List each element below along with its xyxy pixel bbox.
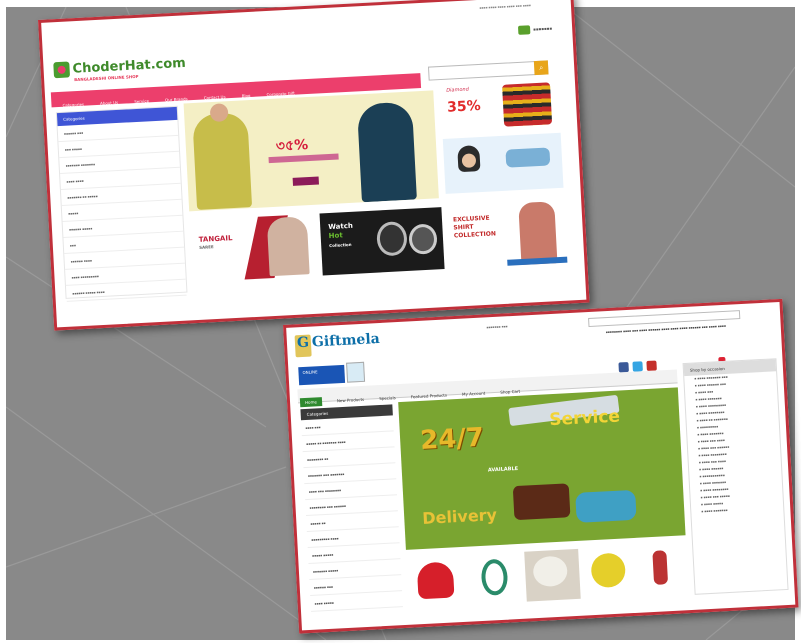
banner-available: AVAILABLE (487, 465, 519, 474)
online-status[interactable]: ONLINE (298, 364, 346, 386)
shirts-image (502, 82, 553, 127)
cart-icon (517, 25, 531, 35)
figure-icon (652, 550, 669, 585)
nav-item-service[interactable]: Service (134, 98, 149, 104)
giftmela-logo[interactable]: G Giftmela (294, 330, 381, 358)
nav-item-shop-cart[interactable]: Shop Cart (500, 389, 520, 395)
promo-percent: 35% (446, 97, 482, 116)
watch-collection-banner[interactable]: Watch Hot Collection (319, 207, 445, 276)
saree-banner[interactable]: ৩৫% (183, 90, 439, 212)
twitter-icon[interactable] (632, 361, 643, 372)
nav-item-my-account[interactable]: My Account (462, 391, 485, 397)
facebook-icon[interactable] (618, 361, 629, 373)
model-image (192, 112, 253, 210)
nav-item-about[interactable]: About Us (100, 100, 118, 106)
banner-service: Service (548, 406, 621, 431)
nav-item-home[interactable]: Home (299, 397, 323, 408)
logo-g-icon: G (294, 334, 312, 358)
top-links: ▪▪▪▪ ▪▪▪▪ ▪▪▪▪ ▪▪▪▪ ▪▪▪ ▪▪▪▪ (479, 3, 532, 10)
avatar (346, 361, 366, 383)
watch-title: Watch Hot Collection (328, 221, 354, 249)
shirt-title: EXCLUSIVE SHIRT COLLECTION (452, 214, 497, 240)
tangail-saree-banner[interactable]: TANGAIL SAREE (189, 213, 318, 283)
watch-icon (480, 558, 509, 596)
product-thumbnails (406, 539, 689, 614)
watch-promo[interactable] (442, 132, 564, 194)
nav-item-contact[interactable]: Contact Us (204, 94, 226, 100)
watch-icon (376, 221, 408, 257)
product-thumb-flowers[interactable] (524, 548, 581, 602)
nav-item-featured[interactable]: Featured Products (411, 393, 447, 400)
shop-by-occasion-panel: Shop by occasion ▪ ▪▪▪▪ ▪▪▪▪▪▪▪ ▪▪▪ ▪ ▪▪… (682, 358, 789, 595)
model-image (356, 101, 417, 203)
choderhat-logo[interactable]: ChoderHat.com BANGLADESHI ONLINE SHOP (53, 55, 186, 83)
nav-item-specials[interactable]: Specials (379, 395, 396, 401)
cake-image (512, 483, 571, 521)
search-icon[interactable]: ⌕ (533, 60, 549, 76)
online-label: ONLINE (302, 369, 318, 376)
person-image (457, 145, 481, 173)
model-image (266, 216, 310, 277)
bouquet-icon (590, 552, 627, 589)
product-thumb-figure[interactable] (640, 543, 683, 596)
top-link[interactable]: ▪▪▪▪▪▪▪ ▪▪▪ (486, 324, 507, 329)
flower-icon (532, 555, 569, 588)
product-thumb-watch[interactable] (466, 551, 523, 605)
banner-delivery: Delivery (421, 505, 498, 528)
tangail-title: TANGAIL SAREE (198, 234, 233, 250)
banner-24-7: 24/7 (419, 422, 485, 456)
banner-shop-button[interactable] (292, 176, 319, 186)
promo-label: Diamond (446, 86, 469, 94)
logo-text: Giftmela (311, 330, 381, 351)
model-image (518, 201, 558, 266)
logo-mark-icon (53, 61, 71, 79)
nav-item-categories[interactable]: Categories (62, 102, 84, 108)
giftmela-screenshot: G Giftmela ▪▪▪▪▪▪▪ ▪▪▪ ▪▪▪▪▪▪▪▪ ▪▪▪▪ ▪▪▪ … (283, 298, 799, 634)
discount-promo[interactable]: Diamond 35% (439, 75, 561, 137)
nav-item-corporate[interactable]: Corporate Gift (266, 91, 295, 97)
nav-item-blog[interactable]: Blog (242, 93, 251, 98)
watch-icon (408, 223, 438, 255)
heart-icon (416, 561, 455, 600)
watch-image (505, 147, 551, 168)
product-thumb-bouquet[interactable] (582, 545, 639, 599)
flowers-image (575, 489, 637, 523)
category-sidebar: Categories ▪▪▪▪▪▪ ▪▪▪ ▪▪▪ ▪▪▪▪▪ ▪▪▪▪▪▪▪ … (55, 105, 188, 302)
shop-now-bar[interactable] (507, 256, 568, 266)
category-item[interactable]: ▪▪▪▪ ▪▪▪▪▪ (310, 591, 403, 612)
nav-item-brands[interactable]: Our Brands (165, 96, 188, 102)
shopping-cart[interactable]: ▪▪▪▪▪▪▪ (517, 24, 552, 35)
product-thumb-hearts[interactable] (408, 554, 465, 608)
service-banner[interactable]: 24/7 Service AVAILABLE Delivery (398, 387, 686, 550)
nav-item-new-products[interactable]: New Products (337, 397, 365, 403)
category-sidebar: Categories ▪▪▪▪ ▪▪▪ ▪▪▪▪▪ ▪▪ ▪▪▪▪▪▪▪ ▪▪▪… (300, 404, 404, 619)
choderhat-screenshot: ▪▪▪▪ ▪▪▪▪ ▪▪▪▪ ▪▪▪▪ ▪▪▪ ▪▪▪▪ ChoderHat.c… (38, 0, 590, 331)
youtube-icon[interactable] (646, 360, 657, 372)
shirt-collection-banner[interactable]: EXCLUSIVE SHIRT COLLECTION (446, 200, 568, 269)
